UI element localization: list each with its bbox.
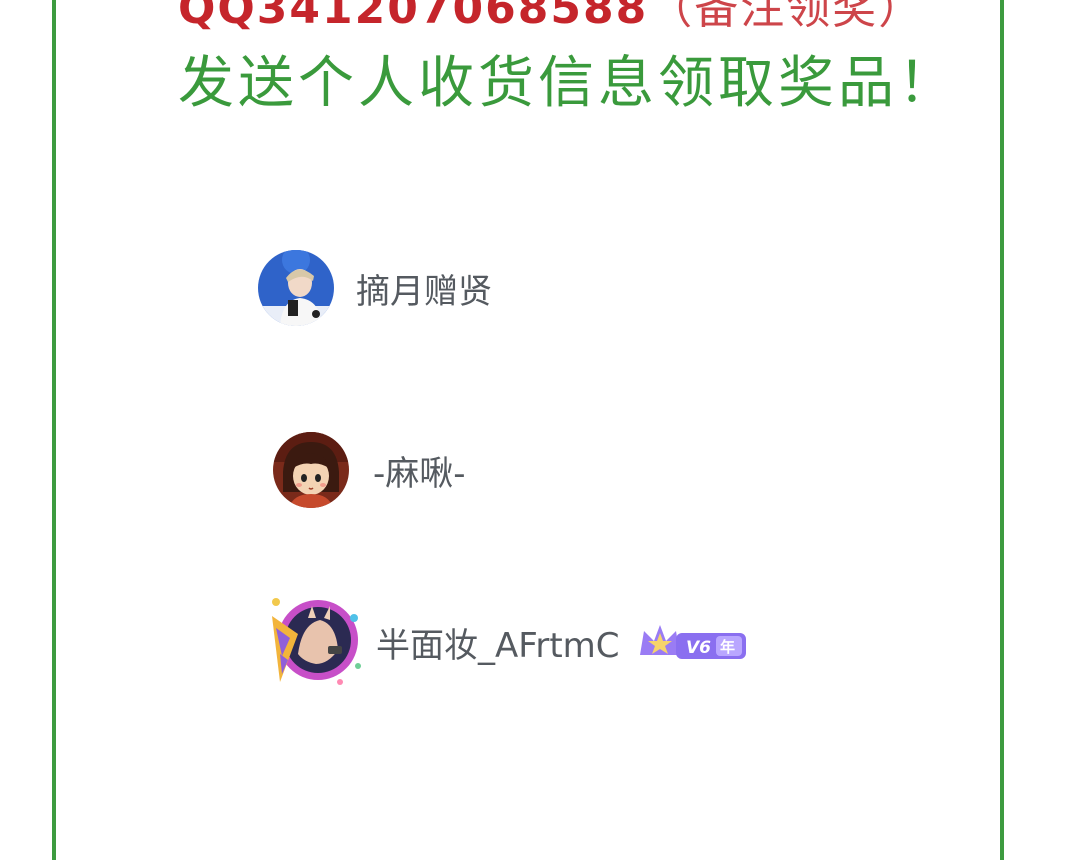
winner-row[interactable]: -麻啾- [273, 432, 466, 508]
vip-year-text: 年 [720, 638, 735, 656]
qq-number: QQ341207068588 [178, 0, 649, 34]
photo-avatar-icon[interactable] [258, 250, 334, 326]
winner-name: -麻啾- [373, 453, 466, 494]
winner-row[interactable]: 半面妆_AFrtmC V6 年 [268, 594, 748, 690]
contact-notice-line: QQ341207068588（备注领奖） [178, 0, 924, 36]
vip-level-badge: V6 年 [636, 625, 748, 659]
remark-note: （备注领奖） [648, 0, 925, 34]
winner-name: 摘月赠贤 [356, 271, 492, 312]
winner-row[interactable]: 摘月赠贤 [258, 250, 492, 326]
cartoon-girl-avatar-icon[interactable] [273, 432, 349, 508]
green-border-frame [52, 0, 1004, 860]
prize-instruction: 发送个人收货信息领取奖品！ [178, 51, 958, 116]
winner-name: 半面妆_AFrtmC [376, 625, 620, 666]
vip-level-text: V6 [686, 638, 711, 658]
decorated-frame-avatar-icon[interactable] [268, 594, 364, 690]
